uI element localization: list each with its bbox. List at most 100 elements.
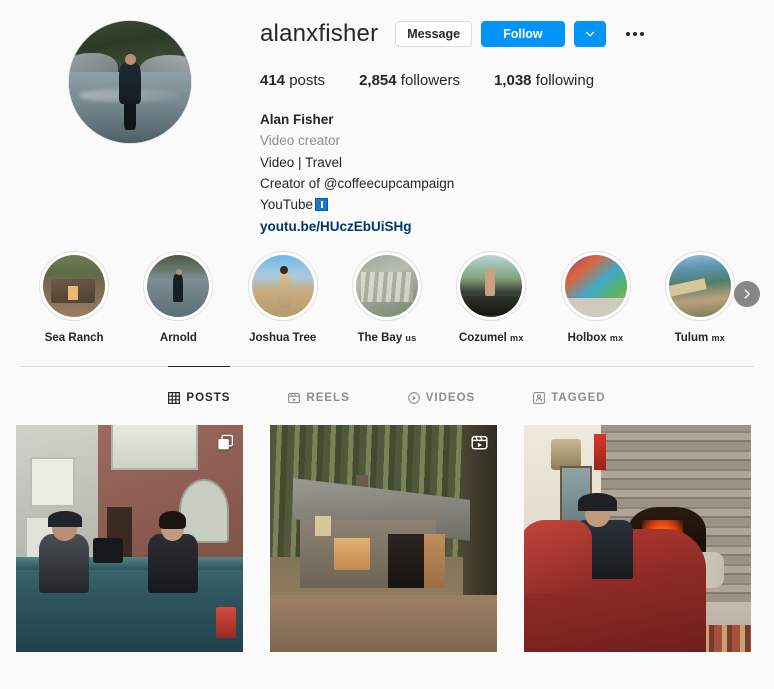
highlight-item[interactable]: Joshua Tree (231, 250, 335, 344)
highlight-item[interactable]: The Bay us (335, 250, 439, 344)
stat-followers-label: followers (400, 72, 460, 89)
highlight-ring (456, 250, 527, 321)
highlight-label-text: Arnold (159, 331, 197, 344)
profile-tab-bar: POSTS REELS VIDEOS TAGGED (0, 365, 774, 413)
post1-art-window-a (29, 456, 75, 507)
username-action-row: alanxfisher Message Follow (260, 14, 754, 54)
post1-art-taillight (215, 606, 237, 639)
post1-art-person-a-cap (47, 511, 82, 528)
post-thumbnail[interactable] (16, 424, 243, 652)
grid-icon (168, 391, 181, 404)
profile-full-name: Alan Fisher (260, 112, 334, 127)
highlight-ring (39, 250, 110, 321)
stat-following[interactable]: 1,038 following (494, 72, 594, 89)
stat-followers-value: 2,854 (359, 72, 397, 89)
highlight-label: Joshua Tree (249, 332, 316, 344)
tab-reels[interactable]: REELS (288, 366, 349, 413)
highlight-label-text: Tulum (674, 331, 712, 344)
profile-username: alanxfisher (260, 20, 379, 47)
post-thumbnail[interactable] (270, 424, 497, 652)
stat-posts[interactable]: 414 posts (260, 72, 325, 89)
highlight-thumbnail (43, 254, 106, 317)
highlight-country-code: mx (711, 332, 726, 343)
chevron-right-icon (744, 289, 751, 299)
carousel-badge (217, 434, 234, 456)
stat-posts-value: 414 (260, 72, 286, 89)
highlight-item[interactable]: Arnold (126, 250, 230, 344)
highlight-thumbnail (668, 254, 731, 317)
highlight-label-text: Cozumel (458, 331, 511, 344)
reels-icon (288, 392, 301, 404)
stat-following-label: following (535, 72, 595, 89)
follow-button[interactable]: Follow (481, 21, 565, 47)
profile-avatar[interactable] (68, 20, 192, 144)
stat-following-value: 1,038 (493, 72, 532, 89)
highlight-item[interactable]: Holbox mx (543, 250, 647, 344)
highlights-next-button[interactable] (734, 280, 760, 307)
highlight-ring (143, 250, 214, 321)
down-arrow-emoji-icon (315, 198, 329, 212)
highlight-label-text: The Bay (357, 331, 406, 344)
carousel-icon (218, 434, 234, 450)
message-button[interactable]: Message (395, 21, 473, 47)
highlight-thumbnail (564, 254, 627, 317)
post3-art-fire-extinguisher (594, 434, 606, 471)
highlight-label: Cozumel mx (459, 332, 524, 344)
bio-line-3-text: YouTube (260, 197, 314, 213)
post1-art-person-b-body (147, 533, 198, 593)
post1-art-person-a-body (38, 533, 89, 593)
tag-person-icon (533, 392, 546, 404)
highlight-country-code: mx (609, 332, 624, 343)
highlight-thumbnail (251, 254, 314, 317)
post1-art-camera (93, 538, 123, 564)
highlight-item[interactable]: Sea Ranch (22, 250, 126, 344)
bio-line-3: YouTube (260, 194, 754, 215)
post1-art-person-b-hair (159, 511, 187, 530)
tab-posts-label: POSTS (186, 391, 231, 404)
post2-art-upper-window (315, 515, 332, 537)
stat-posts-label: posts (289, 72, 326, 89)
reels-badge (471, 434, 488, 456)
profile-header: alanxfisher Message Follow 414 posts 2,8… (0, 0, 774, 237)
tab-videos[interactable]: VIDEOS (407, 366, 476, 413)
more-options-button[interactable] (621, 27, 649, 41)
highlight-country-code: mx (510, 332, 524, 343)
highlight-label-text: Sea Ranch (44, 331, 104, 344)
follow-dropdown-button[interactable] (573, 21, 606, 47)
play-circle-icon (407, 392, 420, 404)
post3-art-person-cap (578, 493, 618, 512)
tab-reels-label: REELS (306, 391, 350, 404)
tab-posts[interactable]: POSTS (168, 365, 231, 413)
highlight-item[interactable]: Cozumel mx (439, 250, 543, 344)
highlight-label: Tulum mx (675, 332, 725, 344)
bio-block: Alan Fisher Video creator Video | Travel… (260, 109, 754, 237)
highlight-label: Holbox mx (568, 332, 624, 344)
bio-external-link[interactable]: youtu.be/HUczEbUiSHg (260, 219, 412, 234)
chevron-down-icon (585, 31, 594, 37)
highlight-label-text: Joshua Tree (249, 331, 317, 344)
highlight-ring (247, 250, 318, 321)
post3-art-chair-back (524, 520, 593, 593)
stat-followers[interactable]: 2,854 followers (359, 72, 460, 89)
highlight-label: The Bay us (357, 332, 416, 344)
posts-grid (0, 413, 774, 652)
avatar-column (0, 14, 260, 237)
bio-line-2: Creator of @coffeecupcampaign (260, 175, 455, 191)
reels-icon (471, 435, 488, 450)
profile-category: Video creator (260, 133, 341, 149)
bio-line-1: Video | Travel (260, 154, 343, 170)
highlight-label-text: Holbox (567, 331, 610, 344)
post-thumbnail[interactable] (524, 424, 751, 652)
highlight-thumbnail (460, 254, 523, 317)
profile-info-column: alanxfisher Message Follow 414 posts 2,8… (260, 14, 774, 237)
instagram-profile-page: alanxfisher Message Follow 414 posts 2,8… (0, 0, 774, 689)
post1-art-bay-window (111, 424, 198, 471)
tab-tagged[interactable]: TAGGED (533, 366, 605, 413)
highlight-label: Arnold (160, 332, 197, 344)
post2-art-wood-door (424, 533, 445, 589)
post2-art-open-doorway (388, 533, 425, 589)
stats-row: 414 posts 2,854 followers 1,038 followin… (260, 72, 754, 89)
tab-videos-label: VIDEOS (425, 391, 476, 404)
highlight-country-code: us (405, 332, 417, 343)
ellipsis-icon (625, 32, 644, 36)
